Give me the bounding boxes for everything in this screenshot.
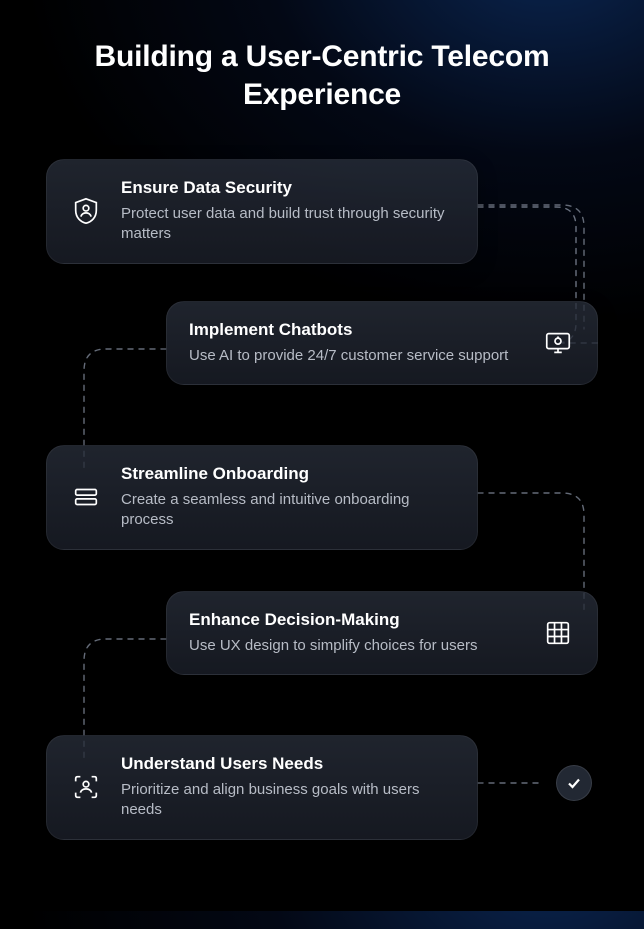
- check-badge: [556, 765, 592, 801]
- step-desc: Create a seamless and intuitive onboardi…: [121, 490, 455, 531]
- user-focus-icon: [69, 770, 103, 804]
- step-card-chatbots: Implement Chatbots Use AI to provide 24/…: [166, 301, 598, 385]
- step-desc: Use UX design to simplify choices for us…: [189, 636, 523, 656]
- check-icon: [566, 775, 582, 791]
- step-card-onboarding: Streamline Onboarding Create a seamless …: [46, 445, 478, 550]
- step-card-user-needs: Understand Users Needs Prioritize and al…: [46, 735, 478, 840]
- step-desc: Protect user data and build trust throug…: [121, 204, 455, 245]
- step-desc: Use AI to provide 24/7 customer service …: [189, 346, 523, 366]
- step-heading: Enhance Decision-Making: [189, 610, 523, 630]
- grid-icon: [541, 616, 575, 650]
- step-heading: Implement Chatbots: [189, 320, 523, 340]
- step-desc: Prioritize and align business goals with…: [121, 780, 455, 821]
- step-heading: Understand Users Needs: [121, 754, 455, 774]
- rows-icon: [69, 480, 103, 514]
- page-title: Building a User-Centric Telecom Experien…: [0, 0, 644, 113]
- step-card-security: Ensure Data Security Protect user data a…: [46, 159, 478, 264]
- chatbot-screen-icon: [541, 326, 575, 360]
- step-heading: Ensure Data Security: [121, 178, 455, 198]
- step-heading: Streamline Onboarding: [121, 464, 455, 484]
- step-card-decision: Enhance Decision-Making Use UX design to…: [166, 591, 598, 675]
- shield-user-icon: [69, 194, 103, 228]
